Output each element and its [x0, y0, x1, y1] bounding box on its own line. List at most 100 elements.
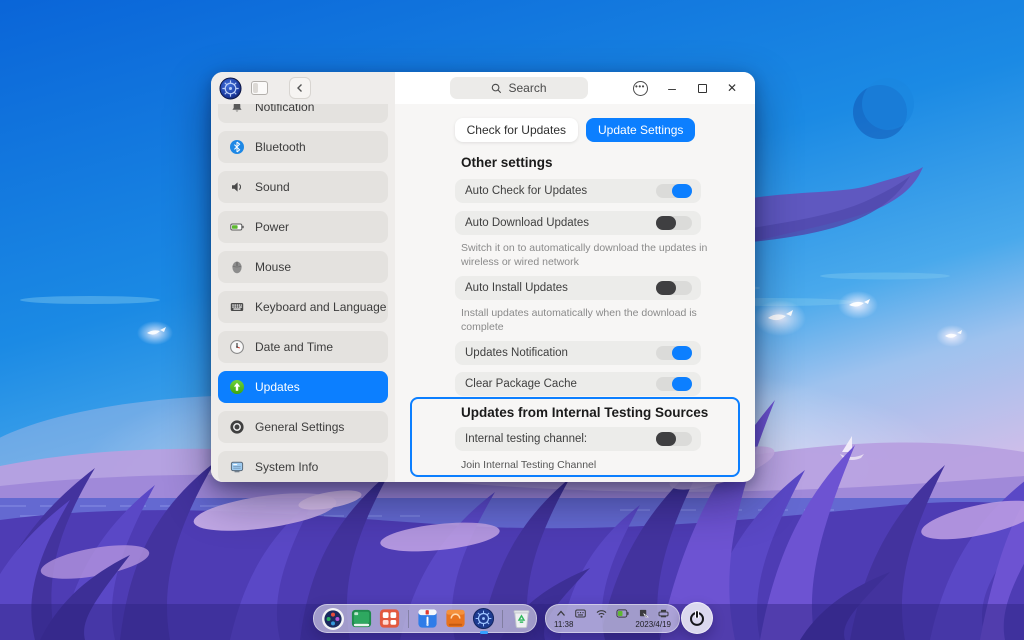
updates-icon [230, 380, 244, 394]
tray-date[interactable]: 2023/4/19 [635, 621, 671, 629]
search-icon [492, 83, 502, 93]
dock [313, 604, 537, 634]
battery-icon [230, 223, 244, 231]
close-button[interactable]: ✕ [717, 76, 747, 100]
control-center-app-icon [219, 76, 242, 100]
tab-label: Check for Updates [466, 123, 566, 137]
dock-control-center[interactable] [472, 607, 495, 634]
sidebar-item-date-time[interactable]: Date and Time [218, 331, 388, 363]
other-settings-title: Other settings [461, 155, 553, 170]
desktop: Notification Bluetooth Sound Power Mouse… [0, 0, 1024, 640]
sidebar-item-label: Keyboard and Language [255, 300, 387, 314]
auto-install-description: Install updates automatically when the d… [461, 307, 697, 334]
wifi-icon[interactable] [596, 609, 607, 618]
screen-capture-icon[interactable] [639, 609, 649, 618]
auto-download-description: Switch it on to automatically download t… [461, 242, 708, 269]
sidebar-item-notification[interactable]: Notification [218, 104, 388, 123]
sidebar-item-label: Date and Time [255, 340, 334, 354]
setting-label: Auto Install Updates [465, 282, 568, 294]
text-editor-icon [418, 609, 437, 628]
sound-icon [232, 182, 242, 192]
row-auto-install-updates: Auto Install Updates [455, 276, 701, 300]
running-indicator [479, 631, 488, 634]
join-testing-channel-link[interactable]: Join Internal Testing Channel [461, 459, 596, 471]
dock-terminal[interactable] [350, 607, 373, 631]
app-grid-icon [379, 609, 400, 628]
dock-text-editor[interactable] [416, 607, 439, 631]
toggle-updates-notification[interactable] [656, 346, 692, 360]
close-icon: ✕ [726, 81, 738, 95]
launcher-icon [322, 607, 344, 630]
trash-icon [513, 610, 530, 629]
sidebar-item-mouse[interactable]: Mouse [218, 251, 388, 283]
sidebar-item-updates[interactable]: Updates [218, 371, 388, 403]
sidebar-item-label: Bluetooth [255, 140, 306, 154]
sidebar-item-system-info[interactable]: System Info [218, 451, 388, 482]
testing-sources-title: Updates from Internal Testing Sources [461, 405, 709, 420]
sidebar-item-power[interactable]: Power [218, 211, 388, 243]
sidebar-toggle-icon[interactable] [251, 81, 268, 95]
titlebar[interactable]: Search ••• – ✕ [395, 72, 755, 104]
setting-label: Updates Notification [465, 347, 568, 359]
dock-app-store[interactable] [444, 607, 467, 631]
general-settings-icon [230, 420, 244, 434]
sidebar-item-sound[interactable]: Sound [218, 171, 388, 203]
power-icon [690, 610, 704, 626]
row-internal-testing-channel: Internal testing channel: [455, 427, 701, 451]
maximize-icon [697, 83, 707, 93]
row-auto-download-updates: Auto Download Updates [455, 211, 701, 235]
system-info-icon [230, 461, 244, 473]
toggle-auto-check-updates[interactable] [656, 184, 692, 198]
sidebar-item-label: System Info [255, 460, 319, 474]
updates-settings-content: Check for Updates Update Settings Other … [395, 104, 755, 482]
back-button[interactable] [289, 77, 311, 99]
shutdown-button[interactable] [681, 602, 713, 634]
toggle-auto-download-updates[interactable] [656, 216, 692, 230]
maximize-button[interactable] [687, 76, 717, 100]
dock-app-grid[interactable] [378, 607, 401, 631]
dock-separator [502, 609, 503, 628]
printer-icon[interactable] [658, 609, 669, 618]
tab-update-settings[interactable]: Update Settings [586, 118, 696, 142]
tray-time[interactable]: 11:38 [554, 621, 573, 629]
notification-icon [232, 104, 242, 112]
main-pane: Search ••• – ✕ Check for Updates Update … [395, 72, 755, 482]
dock-launcher[interactable] [321, 607, 345, 631]
toggle-internal-testing-channel[interactable] [656, 432, 692, 446]
row-updates-notification: Updates Notification [455, 341, 701, 365]
mouse-icon [232, 261, 242, 274]
sidebar-item-keyboard-language[interactable]: Keyboard and Language [218, 291, 388, 323]
tray-expand-icon[interactable] [556, 609, 566, 618]
battery-icon[interactable] [616, 608, 629, 618]
chevron-left-icon [297, 84, 302, 92]
sidebar-header[interactable] [211, 72, 395, 104]
tab-check-for-updates[interactable]: Check for Updates [454, 118, 578, 142]
ellipsis-menu-icon: ••• [632, 80, 648, 96]
system-tray: 11:38 2023/4/19 [545, 604, 680, 633]
minimize-button[interactable]: – [657, 76, 687, 100]
window-menu-button[interactable]: ••• [625, 76, 655, 100]
sidebar-item-label: Updates [255, 380, 300, 394]
toggle-clear-package-cache[interactable] [656, 377, 692, 391]
terminal-icon [351, 609, 372, 628]
sidebar-item-general-settings[interactable]: General Settings [218, 411, 388, 443]
row-auto-check-updates: Auto Check for Updates [455, 179, 701, 203]
dock-separator [408, 609, 409, 628]
setting-label: Internal testing channel: [465, 433, 588, 445]
sidebar-item-label: Sound [255, 180, 290, 194]
row-clear-package-cache: Clear Package Cache [455, 372, 701, 396]
toggle-auto-install-updates[interactable] [656, 281, 692, 295]
search-input[interactable]: Search [450, 77, 588, 99]
sidebar-item-bluetooth[interactable]: Bluetooth [218, 131, 388, 163]
bluetooth-icon [230, 140, 244, 154]
search-placeholder: Search [508, 81, 547, 95]
setting-label: Clear Package Cache [465, 378, 577, 390]
sidebar-item-label: Notification [255, 104, 315, 114]
update-tabs: Check for Updates Update Settings [395, 118, 755, 142]
sidebar-item-label: Mouse [255, 260, 292, 274]
clock-icon [230, 340, 244, 354]
dock-trash[interactable] [510, 607, 533, 631]
onboard-keyboard-icon[interactable] [575, 609, 587, 618]
sidebar-item-label: Power [255, 220, 290, 234]
sidebar: Notification Bluetooth Sound Power Mouse… [211, 72, 395, 482]
